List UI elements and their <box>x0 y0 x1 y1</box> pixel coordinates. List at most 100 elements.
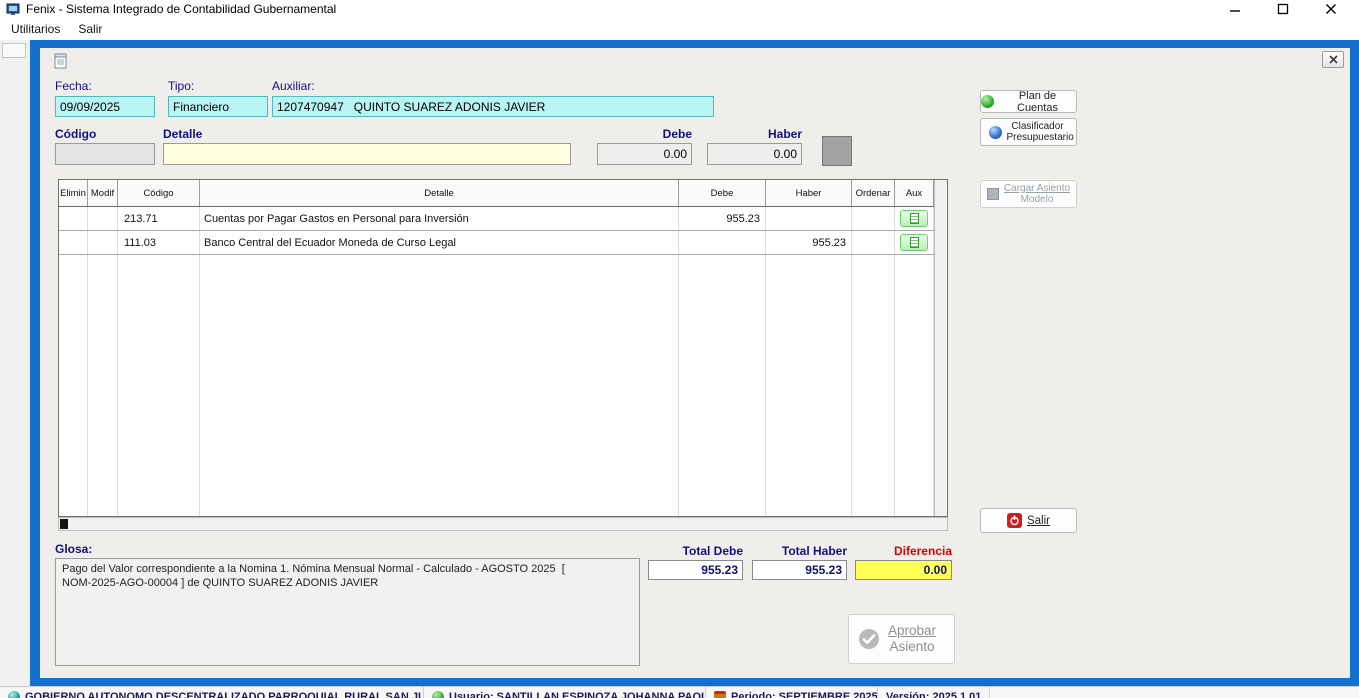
cell-elimin <box>59 279 88 303</box>
cell-elimin <box>59 303 88 327</box>
table-horizontal-scrollbar[interactable] <box>58 517 948 531</box>
salir-button[interactable]: Salir <box>980 508 1077 533</box>
aprobar-asiento-label: Aprobar Asiento <box>888 623 936 655</box>
maximize-button[interactable] <box>1275 2 1291 16</box>
cell-ordenar <box>852 375 895 399</box>
table-vertical-scrollbar[interactable] <box>934 180 947 516</box>
cell-debe <box>679 255 766 279</box>
cell-modif <box>88 495 118 517</box>
cell-haber <box>766 327 852 351</box>
cell-detalle <box>200 471 679 495</box>
asiento-panel: Fecha: Tipo: Auxiliar: Código Detalle De… <box>40 48 1350 678</box>
aux-button[interactable] <box>900 234 928 251</box>
cell-aux <box>895 303 934 327</box>
header-codigo: Código <box>118 180 200 206</box>
table-row[interactable]: 213.71Cuentas por Pagar Gastos en Person… <box>59 207 934 231</box>
cell-elimin <box>59 207 88 230</box>
collapsed-panel-tab[interactable] <box>2 43 26 58</box>
cell-ordenar <box>852 255 895 279</box>
debe-input[interactable] <box>597 143 692 165</box>
close-icon <box>1329 55 1338 64</box>
scrollbar-thumb[interactable] <box>60 519 68 529</box>
cell-modif <box>88 351 118 375</box>
cell-ordenar <box>852 279 895 303</box>
menu-salir[interactable]: Salir <box>69 20 111 38</box>
cell-elimin <box>59 399 88 423</box>
cell-detalle <box>200 495 679 517</box>
statusbar-version: Versión: 2025.1.01 <box>878 687 990 698</box>
cell-elimin <box>59 447 88 471</box>
cell-codigo <box>118 495 200 517</box>
cell-codigo <box>118 375 200 399</box>
cell-modif <box>88 399 118 423</box>
menu-utilitarios[interactable]: Utilitarios <box>2 20 69 38</box>
detalle-label: Detalle <box>163 127 202 141</box>
cell-haber <box>766 471 852 495</box>
table-body: 213.71Cuentas por Pagar Gastos en Person… <box>59 207 934 517</box>
minimize-button[interactable] <box>1227 2 1243 16</box>
detalle-input[interactable] <box>163 143 571 165</box>
titlebar: Fenix - Sistema Integrado de Contabilida… <box>0 0 1359 18</box>
content-frame: Fecha: Tipo: Auxiliar: Código Detalle De… <box>30 40 1359 686</box>
header-detalle: Detalle <box>200 180 679 206</box>
cell-aux <box>895 231 934 254</box>
cell-haber <box>766 207 852 230</box>
diferencia-field <box>855 560 952 580</box>
table-row <box>59 399 934 423</box>
statusbar-entity: GOBIERNO AUTONOMO DESCENTRALIZADO PARROQ… <box>0 687 424 698</box>
table-row <box>59 351 934 375</box>
cell-elimin <box>59 351 88 375</box>
close-button[interactable] <box>1323 2 1339 16</box>
plan-de-cuentas-label: Plan de Cuentas <box>999 90 1076 114</box>
cell-elimin <box>59 327 88 351</box>
plan-de-cuentas-button[interactable]: Plan de Cuentas <box>980 90 1077 113</box>
aprobar-asiento-button[interactable]: Aprobar Asiento <box>848 614 955 664</box>
cell-ordenar <box>852 231 895 254</box>
tipo-input[interactable] <box>168 96 268 117</box>
cell-debe <box>679 303 766 327</box>
table-row <box>59 255 934 279</box>
cell-debe <box>679 447 766 471</box>
new-document-button[interactable] <box>50 51 72 71</box>
clasificador-presupuestario-button[interactable]: Clasificador Presupuestario <box>980 118 1077 146</box>
header-haber: Haber <box>766 180 852 206</box>
total-haber-field <box>752 560 847 580</box>
cell-elimin <box>59 231 88 254</box>
cell-haber: 955.23 <box>766 231 852 254</box>
table-row <box>59 279 934 303</box>
cell-modif <box>88 279 118 303</box>
table-row <box>59 303 934 327</box>
table-row[interactable]: 111.03Banco Central del Ecuador Moneda d… <box>59 231 934 255</box>
codigo-input[interactable] <box>55 143 155 165</box>
cargar-asiento-modelo-button[interactable]: Cargar Asiento Modelo <box>980 180 1077 208</box>
cell-debe <box>679 327 766 351</box>
clasificador-label: Clasificador Presupuestario <box>1007 121 1069 144</box>
glosa-textarea[interactable]: Pago del Valor correspondiente a la Nomi… <box>55 558 640 666</box>
new-document-icon <box>53 53 69 70</box>
glosa-label: Glosa: <box>55 542 92 556</box>
gray-action-button[interactable] <box>822 136 852 166</box>
haber-input[interactable] <box>707 143 802 165</box>
cell-ordenar <box>852 303 895 327</box>
document-lines-icon <box>910 213 919 224</box>
total-haber-label: Total Haber <box>752 544 847 558</box>
cell-debe <box>679 351 766 375</box>
aux-button[interactable] <box>900 210 928 227</box>
cell-detalle <box>200 303 679 327</box>
cell-codigo <box>118 351 200 375</box>
cell-aux <box>895 351 934 375</box>
cell-debe <box>679 423 766 447</box>
panel-close-button[interactable] <box>1322 51 1344 68</box>
cell-aux <box>895 255 934 279</box>
cell-modif <box>88 447 118 471</box>
cell-ordenar <box>852 207 895 230</box>
auxiliar-input[interactable] <box>272 96 714 117</box>
document-lines-icon <box>910 237 919 248</box>
cell-modif <box>88 327 118 351</box>
codigo-label: Código <box>55 127 96 141</box>
cell-codigo <box>118 399 200 423</box>
table-row <box>59 471 934 495</box>
table-row <box>59 423 934 447</box>
header-ordenar: Ordenar <box>852 180 895 206</box>
fecha-input[interactable] <box>55 96 155 117</box>
